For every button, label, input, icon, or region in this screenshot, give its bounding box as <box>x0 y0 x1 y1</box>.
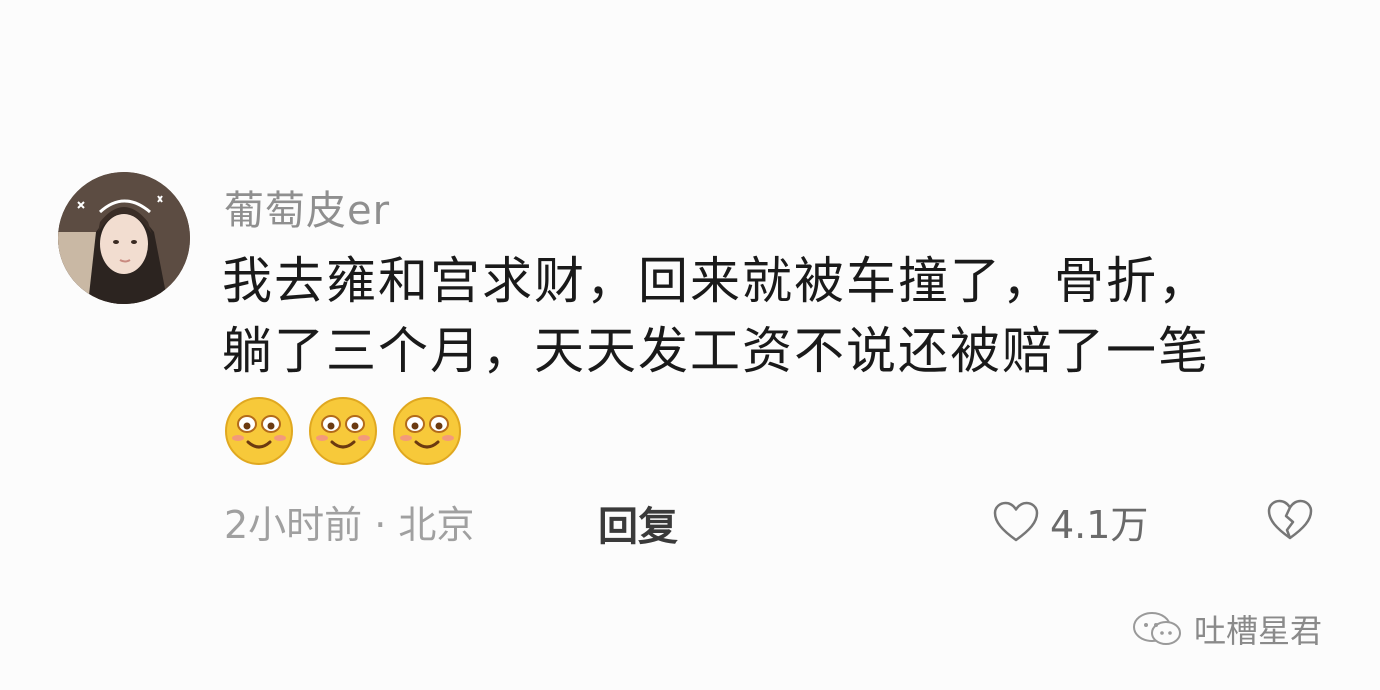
like-button[interactable]: 4.1万 <box>992 494 1148 549</box>
comment-card: 葡萄皮er 我去雍和宫求财，回来就被车撞了，骨折， 躺了三个月，天天发工资不说还… <box>0 0 1380 690</box>
heart-icon <box>993 501 1039 541</box>
like-count: 4.1万 <box>1050 503 1149 547</box>
emoji-row <box>224 396 462 466</box>
reply-button[interactable]: 回复 <box>598 494 678 552</box>
comment-text: 我去雍和宫求财，回来就被车撞了，骨折， 躺了三个月，天天发工资不说还被赔了一笔 <box>222 246 1312 386</box>
comment-line-2: 躺了三个月，天天发工资不说还被赔了一笔 <box>222 322 1210 380</box>
timestamp-location: 2小时前 · 北京 <box>224 503 475 547</box>
comment-line-1: 我去雍和宫求财，回来就被车撞了，骨折， <box>222 252 1210 310</box>
dislike-button[interactable] <box>1266 498 1314 546</box>
broken-heart-icon <box>1267 499 1313 540</box>
username[interactable]: 葡萄皮er <box>224 178 390 236</box>
watermark: 吐槽星君 <box>1130 606 1322 652</box>
smiley-emoji-icon <box>393 397 461 465</box>
smiley-emoji-icon <box>309 397 377 465</box>
watermark-text: 吐槽星君 <box>1194 612 1323 650</box>
smiley-emoji-icon <box>225 397 293 465</box>
chat-bubble-logo-icon <box>1133 612 1181 645</box>
avatar[interactable] <box>58 172 190 304</box>
